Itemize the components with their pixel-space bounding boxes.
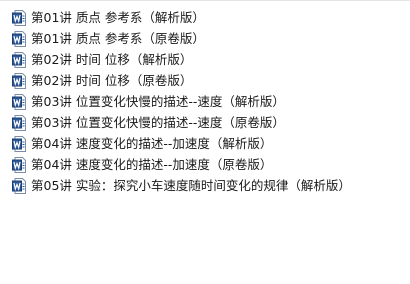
- file-list-pane: 第01讲 质点 参考系（解析版） 第01讲 质点 参考系（原卷版） 第02讲 时…: [0, 0, 410, 284]
- file-item[interactable]: 第04讲 速度变化的描述--加速度（原卷版）: [12, 154, 406, 175]
- file-name: 第02讲 时间 位移（原卷版）: [31, 73, 193, 88]
- file-item[interactable]: 第03讲 位置变化快慢的描述--速度（原卷版）: [12, 112, 406, 133]
- file-item[interactable]: 第01讲 质点 参考系（原卷版）: [12, 28, 406, 49]
- file-name: 第01讲 质点 参考系（解析版）: [31, 10, 205, 25]
- word-doc-icon: [12, 93, 26, 110]
- file-item[interactable]: 第02讲 时间 位移（原卷版）: [12, 70, 406, 91]
- word-doc-icon: [12, 156, 26, 173]
- file-name: 第03讲 位置变化快慢的描述--速度（解析版）: [31, 94, 285, 109]
- word-doc-icon: [12, 114, 26, 131]
- file-name: 第02讲 时间 位移（解析版）: [31, 52, 193, 67]
- file-item[interactable]: 第02讲 时间 位移（解析版）: [12, 49, 406, 70]
- word-doc-icon: [12, 135, 26, 152]
- file-name: 第01讲 质点 参考系（原卷版）: [31, 31, 205, 46]
- file-item[interactable]: 第01讲 质点 参考系（解析版）: [12, 7, 406, 28]
- word-doc-icon: [12, 51, 26, 68]
- file-item[interactable]: 第04讲 速度变化的描述--加速度（解析版）: [12, 133, 406, 154]
- file-name: 第04讲 速度变化的描述--加速度（原卷版）: [31, 157, 273, 172]
- word-doc-icon: [12, 30, 26, 47]
- file-item[interactable]: 第05讲 实验：探究小车速度随时间变化的规律（解析版）: [12, 175, 406, 196]
- word-doc-icon: [12, 9, 26, 26]
- file-name: 第03讲 位置变化快慢的描述--速度（原卷版）: [31, 115, 285, 130]
- file-item[interactable]: 第03讲 位置变化快慢的描述--速度（解析版）: [12, 91, 406, 112]
- word-doc-icon: [12, 72, 26, 89]
- file-name: 第04讲 速度变化的描述--加速度（解析版）: [31, 136, 273, 151]
- word-doc-icon: [12, 177, 26, 194]
- file-name: 第05讲 实验：探究小车速度随时间变化的规律（解析版）: [31, 178, 351, 193]
- file-list: 第01讲 质点 参考系（解析版） 第01讲 质点 参考系（原卷版） 第02讲 时…: [12, 7, 406, 196]
